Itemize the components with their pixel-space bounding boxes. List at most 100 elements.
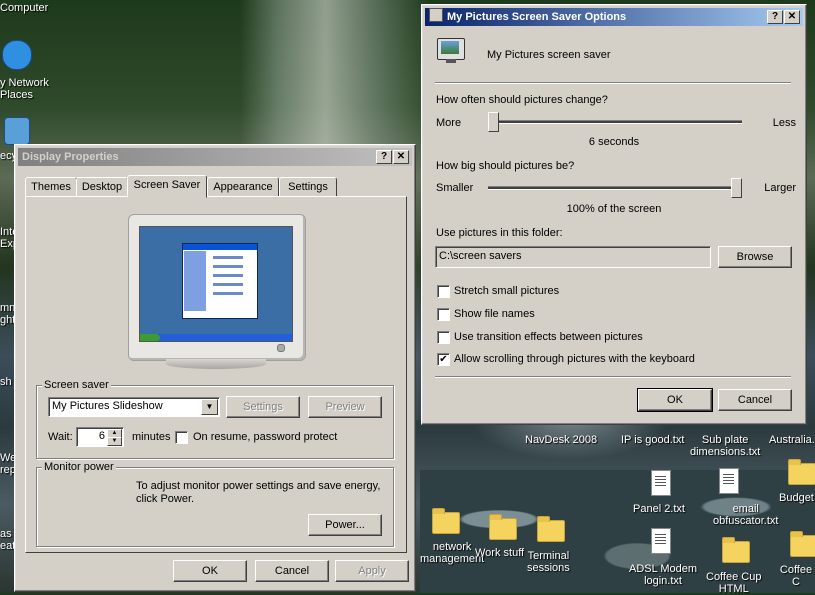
desktop-icon-coffee-c[interactable]: Coffee C [777,564,815,588]
window-title: Display Properties [22,151,119,163]
stretch-small-pictures-label: Stretch small pictures [454,285,560,297]
desktop-icon-email-obfuscator[interactable]: email obfuscator.txt [713,503,778,527]
close-button[interactable]: ✕ [784,10,800,24]
preview-button[interactable]: Preview [308,396,382,418]
power-button[interactable]: Power... [308,514,382,536]
display-properties-titlebar[interactable]: Display Properties ? ✕ [18,148,412,166]
recycle-bin-icon[interactable] [4,117,30,145]
separator [435,82,791,84]
text-file-icon[interactable] [651,470,671,496]
folder-label: Use pictures in this folder: [436,227,563,239]
password-protect-checkbox[interactable] [175,431,188,444]
size-question: How big should pictures be? [436,160,575,172]
smaller-label: Smaller [436,182,474,194]
network-places-icon[interactable] [2,40,32,70]
power-led-icon [277,344,285,352]
less-label: Less [772,117,796,129]
tab-strip: Themes Desktop Screen Saver Appearance S… [25,175,405,198]
change-value: 6 seconds [588,136,640,148]
monitor-stand [166,359,266,369]
change-slider-track[interactable] [488,120,742,124]
close-button[interactable]: ✕ [393,150,409,164]
folder-path-value: C:\screen savers [439,250,522,262]
desktop-icon-coffee-cup-html[interactable]: Coffee Cup HTML [706,571,761,595]
larger-label: Larger [764,182,796,194]
desktop-icon-adsl-modem[interactable]: ADSL Modem login.txt [629,563,697,587]
wait-value: 6 [98,430,105,442]
desktop-icon-panel2[interactable]: Panel 2.txt [633,503,685,515]
tab-appearance[interactable]: Appearance [207,177,279,197]
desktop-icon-work-stuff[interactable]: Work stuff [475,547,524,559]
desktop-icon-terminal-sessions[interactable]: Terminal sessions [527,550,570,574]
screensaver-icon [429,8,443,22]
change-question: How often should pictures change? [436,94,608,106]
size-slider-thumb[interactable] [731,178,742,198]
text-file-icon[interactable] [719,468,739,494]
size-value: 100% of the screen [566,203,662,215]
password-protect-label: On resume, password protect [193,431,338,443]
desktop-icon-navdesk[interactable]: NavDesk 2008 [525,434,597,446]
chevron-down-icon[interactable]: ▼ [201,399,218,415]
separator [435,376,791,378]
desktop-icon-ip-is-good[interactable]: IP is good.txt [621,434,684,446]
monitor-power-group-label: Monitor power [42,461,116,473]
tab-desktop[interactable]: Desktop [76,177,128,197]
settings-button[interactable]: Settings [226,396,300,418]
chevron-down-icon[interactable]: ▼ [107,437,122,446]
folder-icon[interactable] [489,514,517,540]
desktop-icon-sh[interactable]: sh [0,376,12,388]
wait-label: Wait: [48,431,73,443]
display-properties-window: Display Properties ? ✕ Themes Desktop Sc… [14,144,416,592]
apply-button[interactable]: Apply [335,560,409,582]
change-slider-thumb[interactable] [488,112,499,132]
screen-saver-tab-page: Screen saver My Pictures Slideshow ▼ Set… [25,196,407,553]
desktop-icon-sub-plate[interactable]: Sub plate dimensions.txt [690,434,760,458]
cancel-button[interactable]: Cancel [718,389,792,411]
screensaver-select-value: My Pictures Slideshow [52,400,163,412]
desktop-icon-computer[interactable]: Computer [0,2,48,14]
preview-window [182,243,258,319]
desktop-icon-as[interactable]: as eat [0,528,15,552]
transition-effects-label: Use transition effects between pictures [454,331,643,343]
text-file-icon[interactable] [651,528,671,554]
desktop-icon-australia[interactable]: Australia. [769,434,815,446]
folder-icon[interactable] [722,537,750,563]
options-titlebar[interactable]: My Pictures Screen Saver Options ? ✕ [425,8,803,26]
show-file-names-label: Show file names [454,308,535,320]
monitor-icon [437,38,467,66]
desktop-icon-mn[interactable]: mn ght [0,302,15,326]
browse-button[interactable]: Browse [718,246,792,268]
minutes-label: minutes [132,431,171,443]
size-slider-track[interactable] [488,186,742,190]
monitor-preview [128,214,306,361]
window-title: My Pictures Screen Saver Options [447,11,627,23]
options-header: My Pictures screen saver [487,49,611,61]
folder-icon[interactable] [790,531,815,557]
folder-icon[interactable] [537,516,565,542]
show-file-names-checkbox[interactable] [437,308,450,321]
tab-settings[interactable]: Settings [279,177,337,197]
folder-path-field[interactable]: C:\screen savers [435,246,711,268]
more-label: More [436,117,462,129]
cancel-button[interactable]: Cancel [255,560,329,582]
tab-themes[interactable]: Themes [25,177,77,197]
stretch-small-pictures-checkbox[interactable] [437,285,450,298]
folder-icon[interactable] [432,508,460,534]
preview-screen [139,226,293,342]
keyboard-scrolling-label: Allow scrolling through pictures with th… [454,353,695,365]
desktop-icon-budget[interactable]: Budget [779,492,814,504]
transition-effects-checkbox[interactable] [437,331,450,344]
ok-button[interactable]: OK [173,560,247,582]
screensaver-select[interactable]: My Pictures Slideshow ▼ [48,397,220,417]
folder-icon[interactable] [788,459,815,485]
desktop-icon-network-places[interactable]: y Network Places [0,77,49,101]
screensaver-group-label: Screen saver [42,379,111,391]
tab-screen-saver[interactable]: Screen Saver [127,175,207,198]
help-button[interactable]: ? [767,10,783,24]
screensaver-options-window: My Pictures Screen Saver Options ? ✕ My … [421,4,807,425]
wait-stepper[interactable]: 6 ▲ ▼ [76,427,124,447]
preview-taskbar [140,334,292,341]
ok-button[interactable]: OK [637,388,713,412]
help-button[interactable]: ? [376,150,392,164]
keyboard-scrolling-checkbox[interactable]: ✔ [437,353,450,366]
